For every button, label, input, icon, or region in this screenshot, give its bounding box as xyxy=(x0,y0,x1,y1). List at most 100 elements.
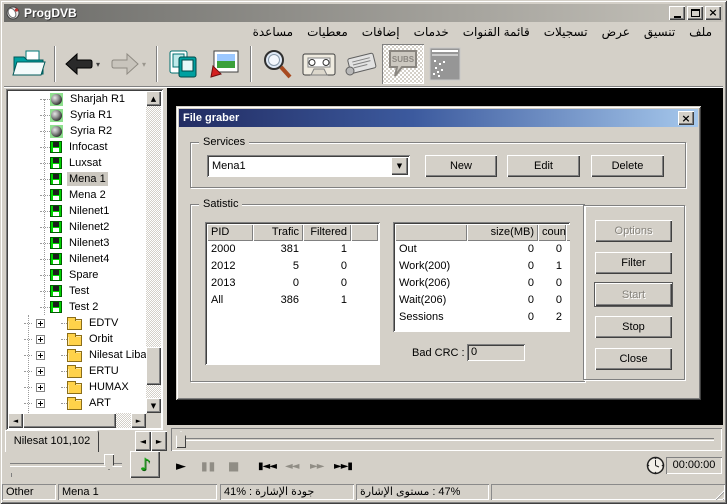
table-cell: 0 xyxy=(303,258,351,275)
tree-item[interactable]: Infocast xyxy=(8,139,146,155)
hscroll-thumb[interactable] xyxy=(23,413,116,428)
tree-item[interactable]: Nilenet1 xyxy=(8,203,146,219)
open-file-button[interactable] xyxy=(8,44,50,84)
teletext-button[interactable] xyxy=(340,44,382,84)
tree-item[interactable]: Test 2 xyxy=(8,299,146,315)
skip-end-button[interactable]: ►►▮ xyxy=(334,456,352,476)
options-button[interactable]: Options xyxy=(595,220,672,242)
data-channel-icon xyxy=(50,301,62,313)
filter-button[interactable]: Filter xyxy=(595,252,672,274)
tree-connector xyxy=(40,147,50,148)
table-cell: 2012 xyxy=(207,258,253,275)
column-header[interactable] xyxy=(395,224,467,241)
column-header[interactable]: Trafic xyxy=(253,224,303,241)
vscroll-thumb[interactable] xyxy=(146,347,161,385)
play-button[interactable]: ► xyxy=(176,456,185,476)
capture-image-button[interactable] xyxy=(204,44,246,84)
record-button[interactable] xyxy=(298,44,340,84)
volume-slider-thumb[interactable] xyxy=(104,454,114,470)
tree-item[interactable]: Syria R2 xyxy=(8,123,146,139)
tree-item[interactable]: Syria R1 xyxy=(8,107,146,123)
menu-item[interactable]: ملف xyxy=(682,24,719,41)
column-header[interactable]: count xyxy=(538,224,566,241)
seek-thumb[interactable] xyxy=(176,431,186,448)
tree-item[interactable]: Sharjah R1 xyxy=(8,91,146,107)
tree-horizontal-scrollbar[interactable]: ◄ ► xyxy=(8,413,146,428)
table-row: Work(200)01 xyxy=(395,258,568,275)
scroll-right-button[interactable]: ► xyxy=(131,413,146,428)
tree-item[interactable]: Nilenet3 xyxy=(8,235,146,251)
menu-item[interactable]: خدمات xyxy=(407,24,456,41)
osd-button[interactable] xyxy=(424,44,466,84)
start-button[interactable]: Start xyxy=(595,283,672,306)
menu-item[interactable]: تسجيلات xyxy=(537,24,595,41)
tree-item[interactable]: Nilenet4 xyxy=(8,251,146,267)
menu-item[interactable]: معطيات xyxy=(300,24,355,41)
tree-connector xyxy=(40,115,50,116)
data-channel-icon xyxy=(50,221,62,233)
tab-scroll-right-button[interactable]: ► xyxy=(151,431,167,451)
forward-button[interactable] xyxy=(106,44,144,84)
scroll-left-button[interactable]: ◄ xyxy=(8,413,23,428)
tree-item[interactable]: Test xyxy=(8,283,146,299)
expand-icon[interactable] xyxy=(36,351,45,360)
menu-item[interactable]: إضافات xyxy=(355,24,407,41)
minimize-button[interactable] xyxy=(669,6,685,20)
new-button[interactable]: New xyxy=(425,155,497,177)
progdvb-window: ProgDVB × ملفتنسيقعرضتسجيلاتقائمة القنوا… xyxy=(0,0,727,504)
bad-crc-field[interactable]: 0 xyxy=(467,344,525,361)
tree-item-label: Syria R2 xyxy=(68,124,114,138)
tree-item[interactable]: Luxsat xyxy=(8,155,146,171)
menu-item[interactable]: تنسيق xyxy=(637,24,682,41)
expand-icon[interactable] xyxy=(36,383,45,392)
combobox-dropdown-button[interactable]: ▼ xyxy=(391,157,408,175)
edit-button[interactable]: Edit xyxy=(507,155,580,177)
tree-item[interactable]: Mena 2 xyxy=(8,187,146,203)
close-button[interactable]: × xyxy=(705,6,721,20)
scroll-down-button[interactable]: ▼ xyxy=(146,398,161,413)
stop-button[interactable]: Stop xyxy=(595,316,672,338)
tree-vertical-scrollbar[interactable]: ▲ ▼ xyxy=(146,91,161,413)
tree-item[interactable]: Mena 1 xyxy=(8,171,146,187)
channel-list-button[interactable] xyxy=(162,44,204,84)
column-header[interactable]: PID xyxy=(207,224,253,241)
subtitles-button[interactable]: SUBS xyxy=(382,44,424,84)
expand-icon[interactable] xyxy=(36,335,45,344)
skip-start-button[interactable]: ▮◄◄ xyxy=(258,456,276,476)
toolbar-separator xyxy=(250,46,252,82)
seek-bar[interactable] xyxy=(171,428,722,451)
close-dialog-button[interactable]: Close xyxy=(595,348,672,370)
table-row: Wait(206)00 xyxy=(395,292,568,309)
dialog-close-button[interactable]: × xyxy=(678,111,694,125)
satellite-tab[interactable]: Nilesat 101,102 xyxy=(5,430,99,452)
pause-button[interactable]: ▮▮ xyxy=(201,456,216,476)
menu-item[interactable]: مساعدة xyxy=(246,24,301,41)
table-cell: Wait(206) xyxy=(395,292,467,309)
column-header-filler xyxy=(351,224,378,241)
rewind-button[interactable]: ◄◄ xyxy=(285,456,298,476)
stop-playback-button[interactable]: ■ xyxy=(228,456,238,476)
expand-icon[interactable] xyxy=(36,319,45,328)
services-combobox[interactable]: Mena1 ▼ xyxy=(207,155,410,177)
menu-item[interactable]: عرض xyxy=(595,24,637,41)
tree-item[interactable]: Nilenet2 xyxy=(8,219,146,235)
tree-connector xyxy=(40,243,50,244)
menu-item[interactable]: قائمة القنوات xyxy=(456,24,537,41)
folder-icon xyxy=(67,319,82,330)
scroll-up-button[interactable]: ▲ xyxy=(146,91,161,106)
dialog-titlebar[interactable]: File graber × xyxy=(179,109,698,127)
delete-button[interactable]: Delete xyxy=(591,155,664,177)
fast-forward-button[interactable]: ►► xyxy=(310,456,323,476)
table-row: Sessions02 xyxy=(395,309,568,326)
column-header-filler xyxy=(566,224,570,241)
expand-icon[interactable] xyxy=(36,399,45,408)
column-header[interactable]: Filtered xyxy=(303,224,351,241)
column-header[interactable]: size(MB) xyxy=(467,224,538,241)
tab-scroll-left-button[interactable]: ◄ xyxy=(135,431,151,451)
audio-button[interactable]: ♪ xyxy=(130,451,160,478)
expand-icon[interactable] xyxy=(36,367,45,376)
tree-item[interactable]: Spare xyxy=(8,267,146,283)
back-button[interactable] xyxy=(60,44,98,84)
maximize-button[interactable] xyxy=(687,6,703,20)
search-button[interactable] xyxy=(256,44,298,84)
